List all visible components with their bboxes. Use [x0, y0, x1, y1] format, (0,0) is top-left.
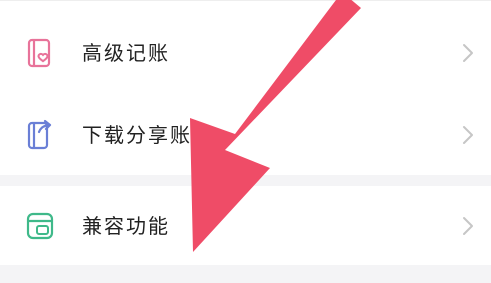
chevron-right-icon [463, 44, 473, 62]
divider [0, 0, 491, 1]
window-icon [26, 212, 54, 240]
book-heart-icon [27, 38, 51, 68]
menu-item-compatibility[interactable]: 兼容功能 [0, 186, 491, 264]
menu-item-label: 下载分享账本 [82, 123, 214, 147]
chevron-right-icon [463, 126, 473, 144]
chevron-right-icon [463, 217, 473, 235]
share-book-icon [27, 119, 52, 150]
settings-screen: 高级记账 下载分享账本 兼容功能 [0, 0, 491, 283]
settings-group-top: 高级记账 下载分享账本 [0, 0, 491, 175]
menu-item-advanced-accounting[interactable]: 高级记账 [0, 14, 491, 92]
settings-group-compat: 兼容功能 [0, 186, 491, 265]
menu-item-label: 高级记账 [82, 41, 170, 65]
menu-item-label: 兼容功能 [82, 214, 170, 238]
menu-item-download-share-ledger[interactable]: 下载分享账本 [0, 96, 491, 174]
